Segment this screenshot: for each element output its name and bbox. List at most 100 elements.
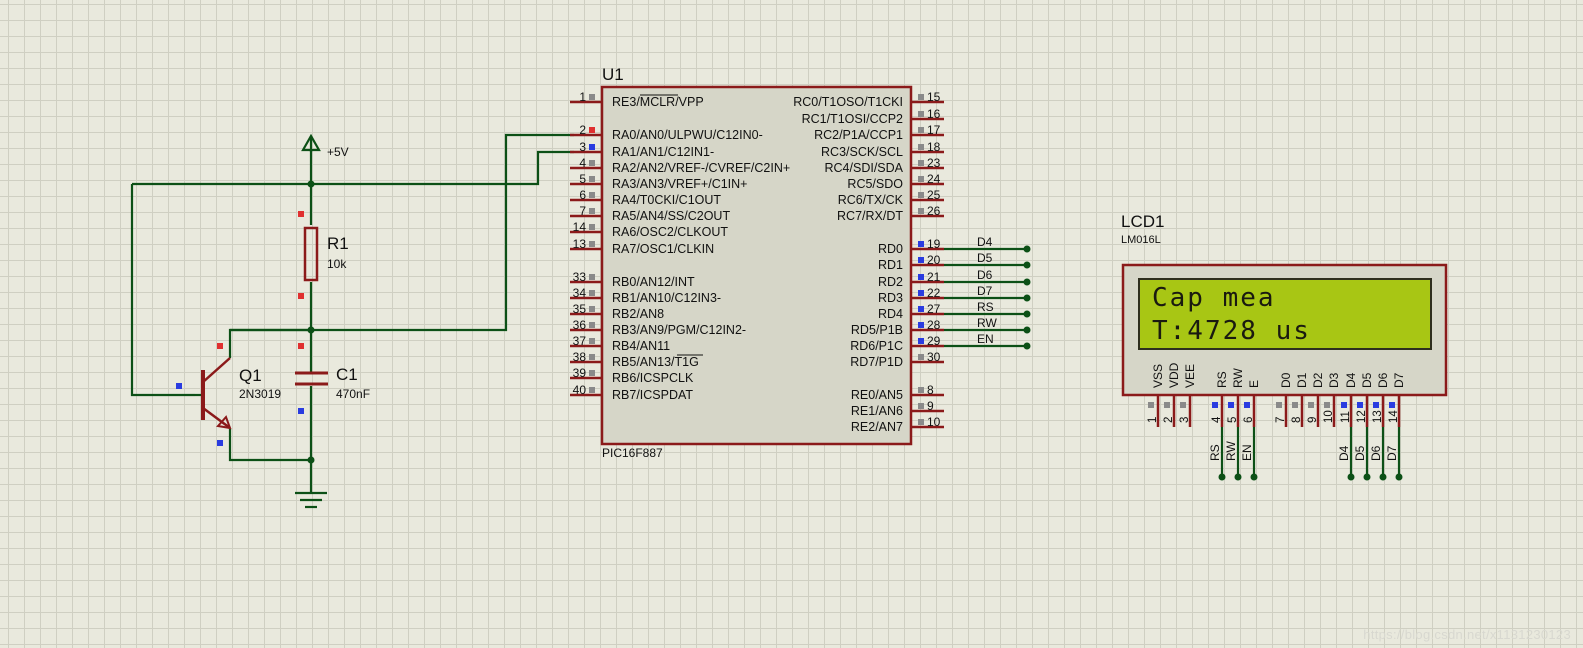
resistor-r1[interactable]: R1 10k — [298, 211, 349, 299]
pin-name: RA3/AN3/VREF+/C1IN+ — [612, 177, 747, 191]
pin-name: D0 — [1279, 372, 1293, 388]
pin-number: 10 — [1323, 410, 1335, 423]
pin-marker — [918, 176, 924, 182]
pin-number: 12 — [1356, 410, 1368, 423]
net-terminal[interactable] — [1363, 473, 1371, 481]
pin-marker — [1308, 402, 1314, 408]
pin-name: D4 — [1344, 372, 1358, 388]
pin-name: RA0/AN0/ULPWU/C12IN0- — [612, 128, 763, 142]
pin-marker — [1357, 402, 1363, 408]
pin-number: 6 — [1243, 417, 1255, 423]
pin-name: RW — [1231, 368, 1245, 388]
pin-marker — [589, 322, 595, 328]
schematic-drawing: D4D5D6D7RSRWEN RSRWEND4D5D6D7 +5V — [130, 65, 1448, 509]
pin-marker — [918, 403, 924, 409]
r1-ref: R1 — [327, 234, 349, 253]
pin-marker — [918, 274, 924, 280]
pin-marker — [589, 192, 595, 198]
watermark: https://blog.csdn.net/x1131230123 — [1363, 627, 1571, 642]
pin-marker — [589, 144, 595, 150]
pin-marker — [918, 208, 924, 214]
pin-marker — [1276, 402, 1282, 408]
net-terminal[interactable] — [1395, 473, 1403, 481]
pin-marker — [589, 306, 595, 312]
net-label: D5 — [977, 251, 993, 265]
pin-name: D1 — [1295, 372, 1309, 388]
lcd-module[interactable]: LCD1 LM016L Cap mea T:4728 us 1 VSS 2 VDD 3 V… — [1121, 212, 1448, 427]
pin-marker — [1212, 402, 1218, 408]
net-label: EN — [977, 332, 994, 346]
pin-marker — [1164, 402, 1170, 408]
pin-number: 29 — [927, 334, 941, 348]
pin-marker — [918, 257, 924, 263]
lcd-part: LM016L — [1121, 234, 1161, 246]
pin-number: 11 — [1340, 411, 1352, 423]
junction-dot — [307, 456, 315, 464]
net-terminal[interactable] — [1023, 342, 1031, 350]
net-label: EN — [1240, 444, 1254, 461]
pin-name: RS — [1215, 371, 1229, 388]
pin-number: 1 — [1147, 417, 1159, 423]
pin-name: RE1/AN6 — [851, 404, 903, 418]
pin-name: RD2 — [878, 275, 903, 289]
net-terminal[interactable] — [1023, 278, 1031, 286]
net-label: D6 — [1369, 445, 1383, 461]
net-terminal[interactable] — [1250, 473, 1258, 481]
pin-marker — [298, 408, 304, 414]
pin-name: RD3 — [878, 291, 903, 305]
mcu-u1[interactable]: U1 PIC16F887 1 RE3/MCLR/VPP 2 RA0/AN0/ULPWU… — [570, 65, 944, 460]
net-label: RS — [1208, 444, 1222, 461]
pin-number: 2 — [1163, 417, 1175, 423]
ground-symbol[interactable] — [295, 491, 327, 509]
pin-number: 35 — [573, 302, 587, 316]
pin-name: RE3/MCLR/VPP — [612, 95, 704, 109]
pin-number: 37 — [573, 334, 587, 348]
pin-marker — [589, 160, 595, 166]
pin-marker — [1373, 402, 1379, 408]
pin-marker — [918, 111, 924, 117]
pin-name: RA7/OSC1/CLKIN — [612, 242, 714, 256]
pin-marker — [918, 306, 924, 312]
pin-name: RA1/AN1/C12IN1- — [612, 145, 714, 159]
pin-number: 8 — [927, 383, 934, 397]
junction-dot — [307, 326, 315, 334]
pin-number: 4 — [579, 156, 586, 170]
pin-name: RB3/AN9/PGM/C12IN2- — [612, 323, 746, 337]
pin-number: 8 — [1291, 417, 1303, 423]
pin-number: 5 — [579, 172, 586, 186]
pin-number: 13 — [1372, 410, 1384, 423]
pin-number: 24 — [927, 172, 941, 186]
schematic-canvas[interactable]: D4 D5 D6 D7 RS RW EN RS RW EN D4 D5 D6 D7 +5V — [0, 0, 1583, 648]
net-terminal[interactable] — [1379, 473, 1387, 481]
net-terminal[interactable] — [1023, 294, 1031, 302]
pin-marker — [918, 387, 924, 393]
net-terminal[interactable] — [1218, 473, 1226, 481]
pin-marker — [298, 211, 304, 217]
pin-number: 19 — [927, 237, 941, 251]
pin-number: 28 — [927, 318, 941, 332]
pin-marker — [918, 144, 924, 150]
u1-part: PIC16F887 — [602, 446, 663, 460]
pin-name: D7 — [1392, 372, 1406, 388]
pin-marker — [1148, 402, 1154, 408]
power-terminal[interactable]: +5V — [301, 133, 349, 159]
capacitor-c1[interactable]: C1 470nF — [295, 343, 370, 414]
net-terminal[interactable] — [1023, 326, 1031, 334]
pin-number: 26 — [927, 204, 941, 218]
net-terminal[interactable] — [1023, 245, 1031, 253]
q1-part: 2N3019 — [239, 387, 281, 401]
pin-name: RB0/AN12/INT — [612, 275, 695, 289]
pin-name: RD0 — [878, 242, 903, 256]
net-terminal[interactable] — [1023, 261, 1031, 269]
pin-marker — [918, 192, 924, 198]
net-terminal[interactable] — [1234, 473, 1242, 481]
pin-number: 10 — [927, 415, 941, 429]
pin-marker — [1292, 402, 1298, 408]
lcd-ref: LCD1 — [1121, 212, 1164, 231]
net-terminal[interactable] — [1023, 310, 1031, 318]
net-terminal[interactable] — [1347, 473, 1355, 481]
pin-name: RC6/TX/CK — [838, 193, 904, 207]
pin-name: RA2/AN2/VREF-/CVREF/C2IN+ — [612, 161, 790, 175]
pin-name: RC1/T1OSI/CCP2 — [802, 112, 903, 126]
pin-name: RC3/SCK/SCL — [821, 145, 903, 159]
